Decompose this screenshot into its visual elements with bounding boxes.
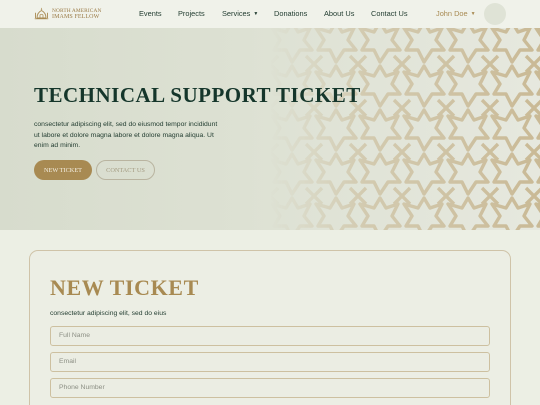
geometric-pattern-decoration — [270, 28, 540, 230]
nav-link-services[interactable]: Services ▼ — [222, 9, 258, 18]
new-ticket-button[interactable]: NEW TICKET — [34, 160, 92, 180]
form-subtitle: consectetur adipiscing elit, sed do eius — [50, 310, 167, 317]
user-name: John Doe — [436, 9, 468, 18]
nav-link-about-us[interactable]: About Us — [324, 9, 354, 18]
nav-link-contact-us[interactable]: Contact Us — [371, 9, 408, 18]
hero-description: consectetur adipiscing elit, sed do eius… — [34, 121, 218, 149]
form-title: NEW TICKET — [50, 275, 199, 300]
nav-link-donations[interactable]: Donations — [274, 9, 307, 18]
page-title: TECHNICAL SUPPORT TICKET — [34, 83, 361, 107]
email-field[interactable]: Email — [50, 352, 490, 372]
logo-line-2: IMAMS FELLOW — [52, 13, 100, 20]
full-name-field[interactable]: Full Name — [50, 326, 490, 346]
user-menu[interactable]: John Doe ▼ — [436, 9, 476, 18]
site-header: NORTH AMERICAN IMAMS FELLOW Events Proje… — [0, 0, 540, 28]
chevron-down-icon: ▼ — [470, 11, 476, 17]
contact-us-button[interactable]: CONTACT US — [96, 160, 155, 180]
hero-section: TECHNICAL SUPPORT TICKET consectetur adi… — [0, 28, 540, 230]
logo[interactable]: NORTH AMERICAN IMAMS FELLOW — [34, 6, 101, 21]
avatar[interactable] — [484, 3, 506, 25]
nav-link-events[interactable]: Events — [139, 9, 162, 18]
nav-link-services-label: Services — [222, 9, 251, 18]
chevron-down-icon: ▼ — [253, 11, 259, 17]
mosque-logo-icon — [34, 7, 49, 20]
phone-number-field[interactable]: Phone Number — [50, 378, 490, 398]
nav-link-projects[interactable]: Projects — [178, 9, 205, 18]
